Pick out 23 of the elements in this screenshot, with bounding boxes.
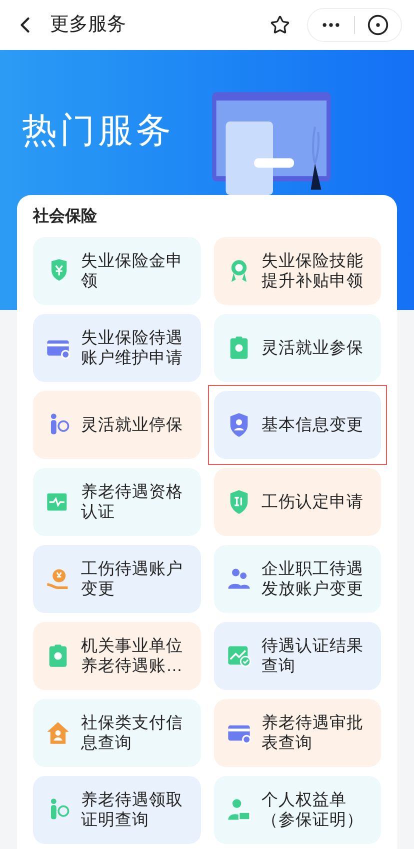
- service-tile[interactable]: 养老待遇审批 表查询: [214, 699, 381, 767]
- service-tile[interactable]: 个人权益单 （参保证明）: [214, 776, 381, 844]
- service-tile[interactable]: 养老待遇资格 认证: [33, 468, 200, 536]
- service-tile[interactable]: 社保类支付信 息查询: [33, 699, 200, 767]
- page-title: 更多服务: [50, 12, 126, 37]
- people-icon: [226, 566, 252, 592]
- service-tile[interactable]: 企业职工待遇 发放账户变更: [214, 545, 381, 613]
- user-card-icon: [226, 797, 252, 823]
- close-target-icon[interactable]: [367, 14, 389, 36]
- service-tile[interactable]: 灵活就业参保: [214, 314, 381, 382]
- service-tile[interactable]: 待遇认证结果 查询: [214, 622, 381, 690]
- service-tile[interactable]: 灵活就业停保: [33, 391, 200, 459]
- banner-title: 热门服务: [22, 110, 174, 152]
- service-tile[interactable]: 工伤待遇账户 变更: [33, 545, 200, 613]
- service-tile[interactable]: 养老待遇领取 证明查询: [33, 776, 200, 844]
- house-icon: [45, 720, 71, 746]
- service-tile[interactable]: 工伤认定申请: [214, 468, 381, 536]
- service-tile[interactable]: 失业保险待遇 账户维护申请: [33, 314, 200, 382]
- service-tile[interactable]: 机关事业单位 养老待遇账…: [33, 622, 200, 690]
- section-title: 社会保险: [33, 206, 98, 227]
- service-tile[interactable]: 失业保险技能 提升补贴申领: [214, 237, 381, 305]
- service-tile[interactable]: 基本信息变更: [214, 391, 381, 459]
- service-tile[interactable]: 失业保险金申 领: [33, 237, 200, 305]
